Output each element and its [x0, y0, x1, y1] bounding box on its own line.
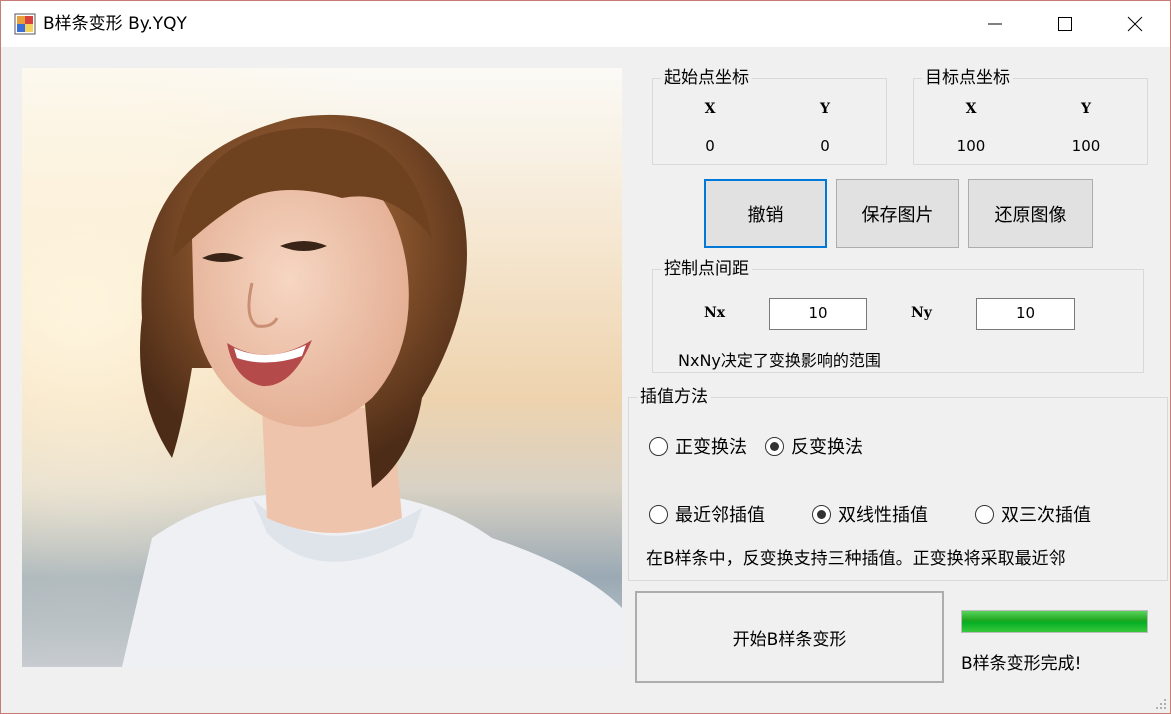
start-x-value: 0 — [705, 137, 715, 155]
radio-bicubic[interactable]: 双三次插值 — [975, 501, 1091, 527]
start-y-label: Y — [820, 101, 830, 117]
control-spacing-group: 控制点间距 Nx 10 Ny 10 NxNy决定了变换影响的范围 — [652, 259, 1144, 373]
target-point-title: 目标点坐标 — [922, 68, 1013, 88]
radio-forward-transform-label: 正变换法 — [675, 437, 747, 458]
progress-bar — [961, 610, 1148, 633]
radio-bicubic-circle[interactable] — [975, 504, 994, 524]
progress-fill — [962, 611, 1147, 632]
close-button[interactable] — [1100, 1, 1170, 47]
status-text: B样条变形完成! — [961, 654, 1082, 674]
portrait-image — [22, 68, 622, 667]
target-x-value: 100 — [956, 137, 986, 155]
nx-label: Nx — [704, 305, 726, 321]
radio-bilinear[interactable]: 双线性插值 — [812, 501, 928, 527]
radio-inverse-transform-label: 反变换法 — [791, 437, 863, 458]
control-spacing-title: 控制点间距 — [661, 259, 752, 279]
target-y-value: 100 — [1071, 137, 1101, 155]
radio-forward-transform-circle[interactable] — [649, 436, 668, 456]
maximize-button[interactable] — [1030, 1, 1100, 47]
interpolation-title: 插值方法 — [637, 387, 711, 407]
minimize-icon — [988, 23, 1002, 25]
resize-grip-icon[interactable] — [1155, 698, 1167, 710]
radio-nearest-neighbor[interactable]: 最近邻插值 — [649, 501, 765, 527]
title-bar[interactable]: B样条变形 By.YQY — [1, 1, 1170, 47]
target-point-group: 目标点坐标 X Y 100 100 — [913, 68, 1148, 165]
close-icon — [1127, 16, 1143, 32]
radio-inverse-transform[interactable]: 反变换法 — [765, 433, 863, 459]
window-title: B样条变形 By.YQY — [43, 14, 187, 34]
radio-nearest-neighbor-label: 最近邻插值 — [675, 505, 765, 526]
ny-input[interactable]: 10 — [976, 298, 1075, 330]
radio-bilinear-circle[interactable] — [812, 504, 831, 524]
start-point-title: 起始点坐标 — [661, 68, 752, 88]
start-point-group: 起始点坐标 X Y 0 0 — [652, 68, 887, 165]
start-x-label: X — [704, 101, 716, 117]
minimize-button[interactable] — [960, 1, 1030, 47]
main-window: B样条变形 By.YQY 起始点坐标 X Y 0 0 目标点坐标 X Y 100… — [0, 0, 1171, 714]
interpolation-group: 插值方法 正变换法 反变换法 最近邻插值 双线性插值 双三次插值 在B样条中，反… — [628, 387, 1168, 581]
maximize-icon — [1058, 17, 1072, 31]
app-icon — [14, 13, 36, 35]
nx-input[interactable]: 10 — [769, 298, 867, 330]
start-bspline-button[interactable]: 开始B样条变形 — [635, 591, 944, 683]
start-y-value: 0 — [820, 137, 830, 155]
save-image-button[interactable]: 保存图片 — [836, 179, 959, 248]
radio-forward-transform[interactable]: 正变换法 — [649, 433, 747, 459]
radio-nearest-neighbor-circle[interactable] — [649, 504, 668, 524]
image-preview[interactable] — [22, 68, 622, 667]
radio-inverse-transform-circle[interactable] — [765, 436, 784, 456]
radio-bicubic-label: 双三次插值 — [1001, 505, 1091, 526]
undo-button[interactable]: 撤销 — [704, 179, 827, 248]
interpolation-note: 在B样条中，反变换支持三种插值。正变换将采取最近邻 — [646, 549, 1066, 569]
radio-bilinear-label: 双线性插值 — [838, 505, 928, 526]
target-x-label: X — [965, 101, 977, 117]
target-y-label: Y — [1081, 101, 1091, 117]
ny-label: Ny — [911, 305, 932, 321]
restore-image-button[interactable]: 还原图像 — [968, 179, 1093, 248]
spacing-note: NxNy决定了变换影响的范围 — [678, 351, 881, 370]
